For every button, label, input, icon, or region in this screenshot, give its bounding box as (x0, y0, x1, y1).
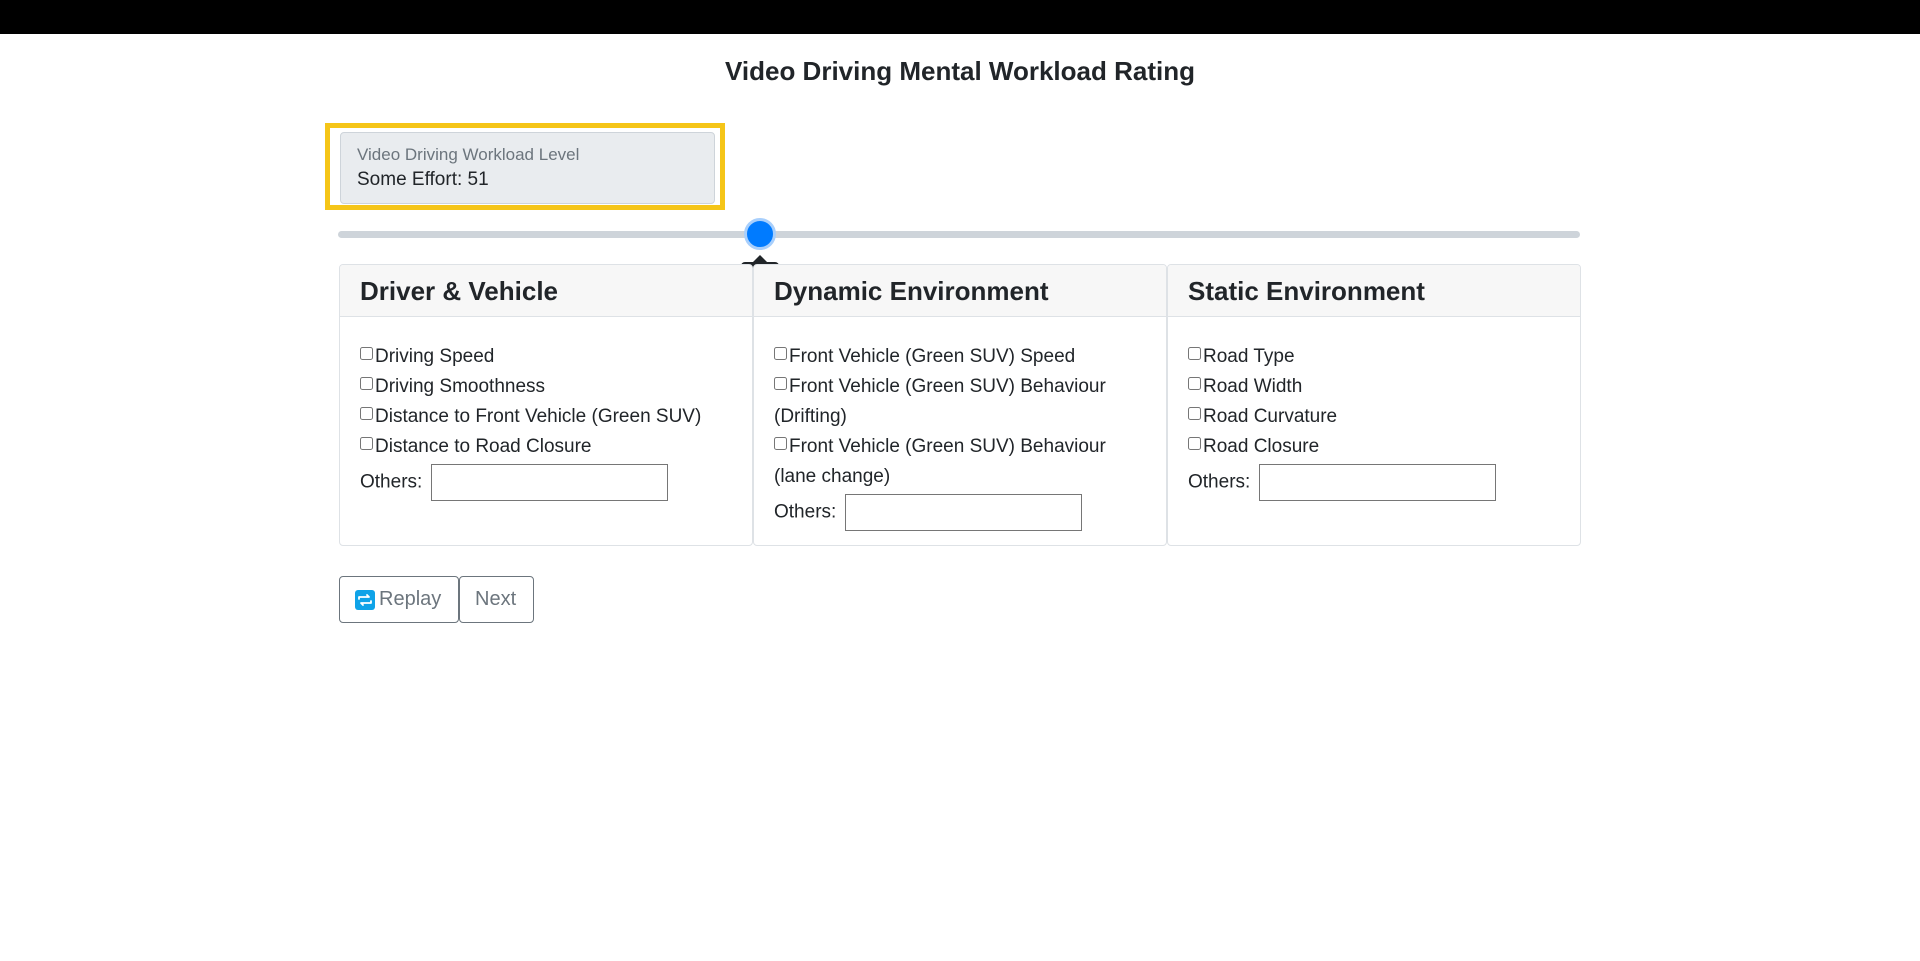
card-title: Static Environment (1168, 265, 1580, 317)
checkbox-row: Front Vehicle (Green SUV) Speed (774, 342, 1146, 372)
checkbox-row: Road Type (1188, 342, 1560, 372)
checkbox-label: Road Type (1203, 346, 1295, 367)
road-width-checkbox[interactable] (1188, 377, 1201, 390)
page-title: Video Driving Mental Workload Rating (725, 56, 1195, 86)
card-dynamic-environment: Dynamic Environment Front Vehicle (Green… (753, 264, 1167, 546)
driver-vehicle-others-input[interactable] (430, 464, 668, 501)
workload-level-label: Video Driving Workload Level (357, 145, 580, 164)
checkbox-label: Distance to Front Vehicle (Green SUV) (375, 406, 702, 427)
checkbox-label: Distance to Road Closure (375, 436, 592, 457)
replay-button-label: Replay (379, 588, 442, 610)
others-row: Others: (360, 464, 732, 501)
card-body: Driving Speed Driving Smoothness Distanc… (340, 317, 752, 511)
action-buttons: Replay Next (339, 576, 534, 623)
others-label: Others: (774, 501, 837, 523)
replay-button[interactable]: Replay (339, 576, 459, 623)
checkbox-row: Driving Smoothness (360, 372, 732, 402)
front-vehicle-lane-change-checkbox[interactable] (774, 437, 787, 450)
checkbox-row: Front Vehicle (Green SUV) Behaviour (Dri… (774, 372, 1146, 432)
replay-icon (355, 589, 375, 610)
checkbox-label: Road Closure (1203, 436, 1320, 457)
checkbox-row: Distance to Road Closure (360, 432, 732, 462)
checkbox-label: Driving Speed (375, 346, 495, 367)
card-body: Road Type Road Width Road Curvature Road… (1168, 317, 1580, 511)
others-label: Others: (360, 471, 423, 493)
factor-cards: Driver & Vehicle Driving Speed Driving S… (339, 264, 1581, 546)
checkbox-row: Road Width (1188, 372, 1560, 402)
next-button[interactable]: Next (459, 576, 534, 623)
checkbox-row: Front Vehicle (Green SUV) Behaviour (lan… (774, 432, 1146, 492)
workload-level-display: Video Driving Workload Level Some Effort… (340, 132, 715, 204)
workload-level-value: Some Effort: 51 (357, 169, 489, 190)
checkbox-label: Front Vehicle (Green SUV) Speed (789, 346, 1076, 367)
card-body: Front Vehicle (Green SUV) Speed Front Ve… (754, 317, 1166, 541)
front-vehicle-drifting-checkbox[interactable] (774, 377, 787, 390)
road-closure-checkbox[interactable] (1188, 437, 1201, 450)
top-bar (0, 0, 1920, 34)
road-type-checkbox[interactable] (1188, 347, 1201, 360)
workload-slider-track[interactable] (338, 231, 1580, 238)
distance-front-vehicle-checkbox[interactable] (360, 407, 373, 420)
workload-slider-thumb[interactable] (744, 218, 777, 250)
others-row: Others: (774, 494, 1146, 531)
checkbox-label: Front Vehicle (Green SUV) Behaviour (lan… (774, 436, 1106, 487)
driving-speed-checkbox[interactable] (360, 347, 373, 360)
checkbox-label: Road Curvature (1203, 406, 1338, 427)
checkbox-row: Road Curvature (1188, 402, 1560, 432)
checkbox-label: Road Width (1203, 376, 1303, 397)
road-curvature-checkbox[interactable] (1188, 407, 1201, 420)
checkbox-row: Road Closure (1188, 432, 1560, 462)
others-label: Others: (1188, 471, 1251, 493)
driving-smoothness-checkbox[interactable] (360, 377, 373, 390)
card-driver-vehicle: Driver & Vehicle Driving Speed Driving S… (339, 264, 753, 546)
static-environment-others-input[interactable] (1258, 464, 1496, 501)
checkbox-row: Distance to Front Vehicle (Green SUV) (360, 402, 732, 432)
card-title: Dynamic Environment (754, 265, 1166, 317)
distance-road-closure-checkbox[interactable] (360, 437, 373, 450)
checkbox-row: Driving Speed (360, 342, 732, 372)
front-vehicle-speed-checkbox[interactable] (774, 347, 787, 360)
checkbox-label: Driving Smoothness (375, 376, 546, 397)
card-static-environment: Static Environment Road Type Road Width … (1167, 264, 1581, 546)
others-row: Others: (1188, 464, 1560, 501)
checkbox-label: Front Vehicle (Green SUV) Behaviour (Dri… (774, 376, 1106, 427)
dynamic-environment-others-input[interactable] (844, 494, 1082, 531)
card-title: Driver & Vehicle (340, 265, 752, 317)
